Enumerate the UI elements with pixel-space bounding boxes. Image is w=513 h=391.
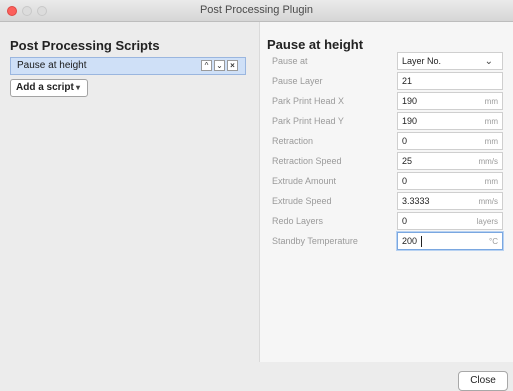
standby-temperature-input[interactable]: 200 °C [397, 232, 503, 250]
close-button[interactable]: Close [458, 371, 508, 391]
setting-value: 25 [402, 156, 413, 166]
setting-unit: mm [484, 177, 498, 186]
park-head-x-input[interactable]: 190 mm [397, 92, 503, 110]
title-bar: Post Processing Plugin [0, 0, 513, 22]
setting-label: Redo Layers [272, 216, 324, 226]
setting-label: Park Print Head Y [272, 116, 344, 126]
setting-unit: mm [484, 97, 498, 106]
extrude-speed-input[interactable]: 3.3333 mm/s [397, 192, 503, 210]
park-head-y-input[interactable]: 190 mm [397, 112, 503, 130]
setting-label: Retraction Speed [272, 156, 342, 166]
setting-label: Extrude Speed [272, 196, 332, 206]
script-list-item[interactable]: Pause at height ^ ⌄ × [10, 57, 246, 75]
pause-layer-input[interactable]: 21 [397, 72, 503, 90]
setting-value: Layer No. [402, 56, 442, 66]
setting-label: Park Print Head X [272, 96, 345, 106]
setting-row-retraction-speed: Retraction Speed 25 mm/s [260, 151, 513, 171]
setting-unit: layers [476, 217, 498, 226]
scripts-panel: Post Processing Scripts Pause at height … [0, 22, 258, 362]
post-processing-window: Post Processing Plugin Post Processing S… [0, 0, 513, 391]
setting-value: 3.3333 [402, 196, 430, 206]
setting-value: 21 [402, 76, 413, 86]
window-title: Post Processing Plugin [199, 4, 314, 16]
remove-script-button[interactable]: × [227, 60, 238, 71]
script-name: Pause at height [17, 60, 87, 71]
setting-unit: mm/s [478, 197, 498, 206]
move-down-button[interactable]: ⌄ [214, 60, 225, 71]
setting-value: 200 [402, 236, 418, 246]
setting-label: Pause Layer [272, 76, 323, 86]
setting-unit: °C [489, 237, 498, 246]
pause-at-select[interactable]: Layer No. ⌄ [397, 52, 503, 70]
add-script-label: Add a script [16, 82, 74, 93]
setting-row-pause-at: Pause at Layer No. ⌄ [260, 51, 513, 71]
setting-label: Retraction [272, 136, 314, 146]
setting-row-redo-layers: Redo Layers 0 layers [260, 211, 513, 231]
add-script-button[interactable]: Add a script ▾ [10, 79, 88, 97]
script-settings-panel: Pause at height Pause at Layer No. ⌄ Pau… [259, 22, 513, 362]
setting-row-pause-layer: Pause Layer 21 [260, 71, 513, 91]
setting-label: Standby Temperature [272, 236, 358, 246]
settings-heading: Pause at height [267, 37, 364, 52]
setting-unit: mm [484, 137, 498, 146]
setting-row-standby-temperature: Standby Temperature 200 °C [260, 231, 513, 251]
text-caret [421, 236, 422, 247]
setting-label: Pause at [272, 56, 308, 66]
setting-row-retraction: Retraction 0 mm [260, 131, 513, 151]
retraction-speed-input[interactable]: 25 mm/s [397, 152, 503, 170]
move-up-button[interactable]: ^ [201, 60, 212, 71]
setting-value: 190 [402, 96, 418, 106]
setting-row-extrude-amount: Extrude Amount 0 mm [260, 171, 513, 191]
setting-value: 0 [402, 216, 408, 226]
extrude-amount-input[interactable]: 0 mm [397, 172, 503, 190]
setting-label: Extrude Amount [272, 176, 337, 186]
setting-value: 0 [402, 136, 408, 146]
setting-unit: mm/s [478, 157, 498, 166]
redo-layers-input[interactable]: 0 layers [397, 212, 503, 230]
setting-unit: mm [484, 117, 498, 126]
setting-row-extrude-speed: Extrude Speed 3.3333 mm/s [260, 191, 513, 211]
dialog-footer: Close [0, 362, 513, 391]
setting-value: 190 [402, 116, 418, 126]
dropdown-arrow-icon: ▾ [76, 83, 81, 92]
setting-value: 0 [402, 176, 408, 186]
setting-row-park-y: Park Print Head Y 190 mm [260, 111, 513, 131]
scripts-heading: Post Processing Scripts [10, 38, 160, 53]
setting-row-park-x: Park Print Head X 190 mm [260, 91, 513, 111]
chevron-down-icon: ⌄ [484, 56, 493, 67]
retraction-input[interactable]: 0 mm [397, 132, 503, 150]
